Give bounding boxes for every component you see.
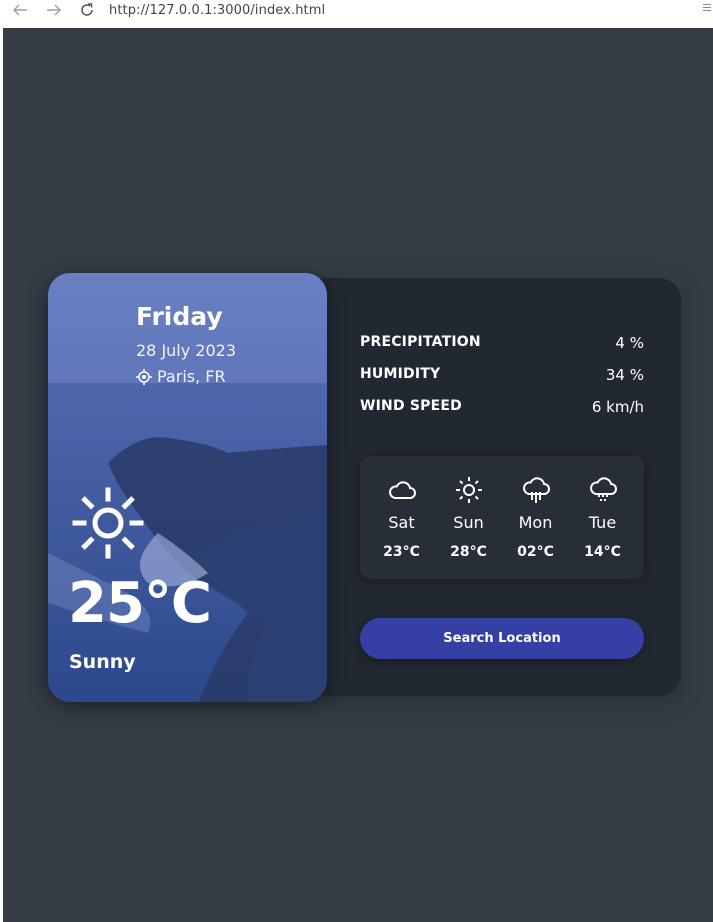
- location-label: Paris, FR: [157, 367, 226, 386]
- forecast-temp: 28°C: [450, 544, 487, 560]
- info-value: 4 %: [615, 334, 644, 352]
- humidity-row: HUMIDITY 34 %: [360, 366, 644, 384]
- arrow-right-icon[interactable]: [43, 0, 65, 20]
- forecast-day[interactable]: Tue 14°C: [572, 456, 634, 579]
- cloud-snow-icon: [589, 477, 617, 501]
- search-location-button[interactable]: Search Location: [360, 618, 644, 659]
- weather-panel: Friday 28 July 2023 Paris, FR 25°C Sunny: [48, 273, 327, 702]
- info-value: 6 km/h: [591, 398, 644, 416]
- reload-icon[interactable]: [76, 0, 98, 20]
- forecast-day-name: Sat: [388, 513, 415, 532]
- address-bar[interactable]: http://127.0.0.1:3000/index.html: [109, 3, 325, 18]
- forecast-temp: 02°C: [517, 544, 554, 560]
- current-temperature: 25°C: [68, 571, 212, 636]
- wind-speed-row: WIND SPEED 6 km/h: [360, 398, 644, 416]
- forecast-day[interactable]: Sat 23°C: [371, 456, 433, 579]
- sun-icon: [72, 487, 144, 559]
- location: Paris, FR: [136, 367, 226, 386]
- day-name: Friday: [136, 302, 223, 331]
- forecast-day-name: Sun: [453, 513, 484, 532]
- arrow-left-icon[interactable]: [9, 0, 31, 20]
- forecast-day[interactable]: Sun 28°C: [438, 456, 500, 579]
- cloud-icon: [388, 481, 416, 499]
- forecast-day-name: Tue: [588, 513, 617, 532]
- forecast-day[interactable]: Mon 02°C: [505, 456, 567, 579]
- info-title: WIND SPEED: [360, 398, 462, 414]
- info-value: 34 %: [605, 366, 644, 384]
- forecast-temp: 23°C: [383, 544, 420, 560]
- info-title: PRECIPITATION: [360, 334, 481, 350]
- week-forecast: Sat 23°C Sun 28°C Mon 02°C Tue 14°C: [360, 456, 644, 579]
- cloud-rain-icon: [522, 477, 550, 503]
- date: 28 July 2023: [136, 341, 237, 360]
- menu-icon[interactable]: [703, 2, 711, 14]
- info-title: HUMIDITY: [360, 366, 441, 382]
- location-target-icon: [136, 368, 152, 385]
- forecast-temp: 14°C: [584, 544, 621, 560]
- browser-toolbar: http://127.0.0.1:3000/index.html: [0, 0, 713, 28]
- forecast-day-name: Mon: [518, 513, 553, 532]
- precipitation-row: PRECIPITATION 4 %: [360, 334, 644, 352]
- sun-icon: [455, 477, 482, 503]
- weather-description: Sunny: [69, 651, 136, 673]
